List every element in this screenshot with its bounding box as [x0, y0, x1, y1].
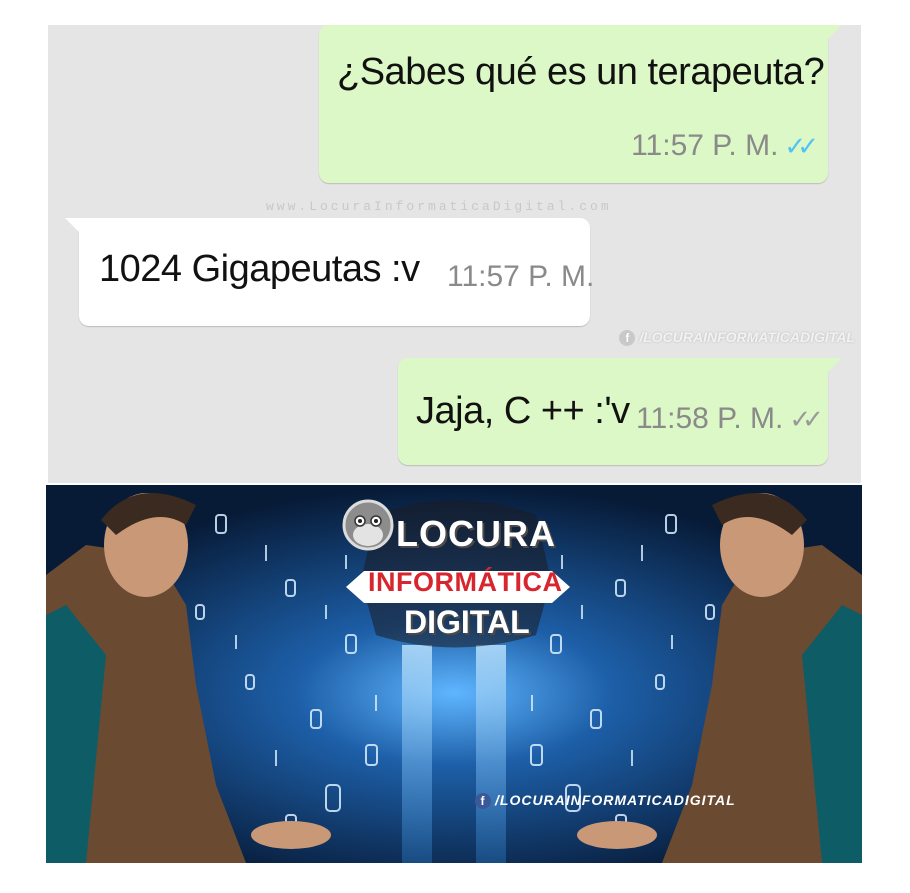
message-outgoing-2[interactable]: Jaja, C ++ :'v 11:58 P. M. ✓✓	[398, 358, 842, 465]
message-outgoing-1[interactable]: ¿Sabes qué es un terapeuta? 11:57 P. M. ✓…	[319, 25, 842, 183]
facebook-icon: f	[619, 330, 636, 346]
chat-conversation: ¿Sabes qué es un terapeuta? 11:57 P. M. ✓…	[48, 25, 861, 483]
watermark-facebook: f/LOCURAINFORMATICADIGITAL	[619, 329, 855, 346]
logo-locura: LOCURA	[396, 513, 556, 554]
double-check-icon: ✓✓	[784, 131, 818, 161]
logo-informatica: INFORMÁTICA	[368, 567, 563, 597]
banner-facebook-handle: f/LOCURAINFORMATICADIGITAL	[475, 792, 736, 809]
message-text: Jaja, C ++ :'v	[416, 390, 630, 432]
bubble-tail	[826, 25, 842, 41]
bubble-tail	[826, 358, 842, 374]
message-time: 11:58 P. M.	[636, 402, 784, 435]
message-time: 11:57 P. M.	[447, 260, 595, 293]
message-text: 1024 Gigapeutas :v	[99, 248, 420, 290]
bubble-tail	[65, 218, 81, 234]
facebook-icon: f	[475, 793, 491, 809]
watermark-url: www.LocuraInformaticaDigital.com	[266, 199, 612, 214]
watermark-handle: /LOCURAINFORMATICADIGITAL	[639, 329, 855, 345]
message-text: ¿Sabes qué es un terapeuta?	[337, 51, 825, 93]
message-time: 11:57 P. M.	[631, 129, 779, 162]
banner-handle-text: /LOCURAINFORMATICADIGITAL	[495, 792, 736, 808]
message-meta: 11:58 P. M. ✓✓	[636, 402, 824, 436]
message-meta: 11:57 P. M. ✓✓	[631, 129, 819, 163]
double-check-icon: ✓✓	[789, 404, 823, 434]
logo-digital: DIGITAL	[404, 604, 530, 640]
message-incoming-1[interactable]: 1024 Gigapeutas :v 11:57 P. M.	[65, 218, 594, 326]
